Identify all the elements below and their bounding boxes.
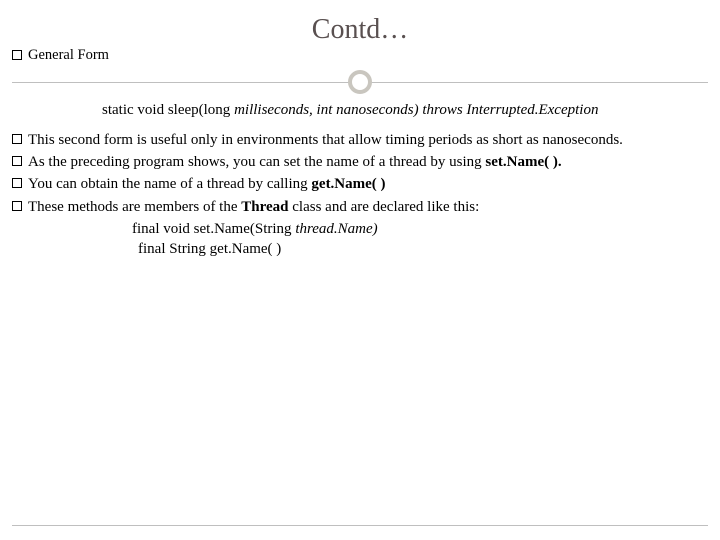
bullet-item: This second form is useful only in envir… <box>12 130 720 150</box>
bullet-text: This second form is useful only in envir… <box>28 130 720 150</box>
slide-title: Contd… <box>0 0 720 46</box>
bullet-text: You can obtain the name of a thread by c… <box>28 174 720 194</box>
divider-circle-icon <box>348 70 372 94</box>
signature-line: final String get.Name( ) <box>132 239 720 259</box>
text-bold: Thread <box>241 199 292 215</box>
bullet-box-icon <box>12 201 22 211</box>
text-bold: get.Name( ) <box>311 176 385 192</box>
bullet-box-icon <box>12 178 22 188</box>
final-signatures: final void set.Name(String thread.Name) … <box>12 219 720 260</box>
bullet-box-icon <box>12 156 22 166</box>
text-run: These methods are members of the <box>28 199 241 215</box>
text-run: final void set.Name(String <box>132 221 295 237</box>
slide-content: General Form <box>0 46 720 66</box>
bullet-item: You can obtain the name of a thread by c… <box>12 174 720 194</box>
bullet-text: As the preceding program shows, you can … <box>28 152 720 172</box>
text-run: You can obtain the name of a thread by c… <box>28 176 311 192</box>
slide: Contd… General Form static void sleep(lo… <box>0 0 720 540</box>
bullet-text: General Form <box>28 46 720 66</box>
divider <box>0 68 720 96</box>
bullet-text: These methods are members of the Thread … <box>28 197 720 217</box>
bullet-box-icon <box>12 50 22 60</box>
method-signature: static void sleep(long milliseconds, int… <box>12 100 720 120</box>
text-run: As the preceding program shows, you can … <box>28 154 485 170</box>
signature-italic: milliseconds, int nanoseconds) throws In… <box>234 102 598 118</box>
footer-divider <box>12 525 708 526</box>
signature-plain: static void sleep(long <box>102 102 234 118</box>
text-bold: set.Name( ). <box>485 154 561 170</box>
bullet-item: General Form <box>12 46 720 66</box>
bullet-item: These methods are members of the Thread … <box>12 197 720 217</box>
signature-line: final void set.Name(String thread.Name) <box>132 219 720 239</box>
slide-content-lower: static void sleep(long milliseconds, int… <box>0 100 720 260</box>
text-run: class and are declared like this: <box>292 199 479 215</box>
bullet-item: As the preceding program shows, you can … <box>12 152 720 172</box>
text-italic: thread.Name) <box>295 221 377 237</box>
bullet-box-icon <box>12 134 22 144</box>
